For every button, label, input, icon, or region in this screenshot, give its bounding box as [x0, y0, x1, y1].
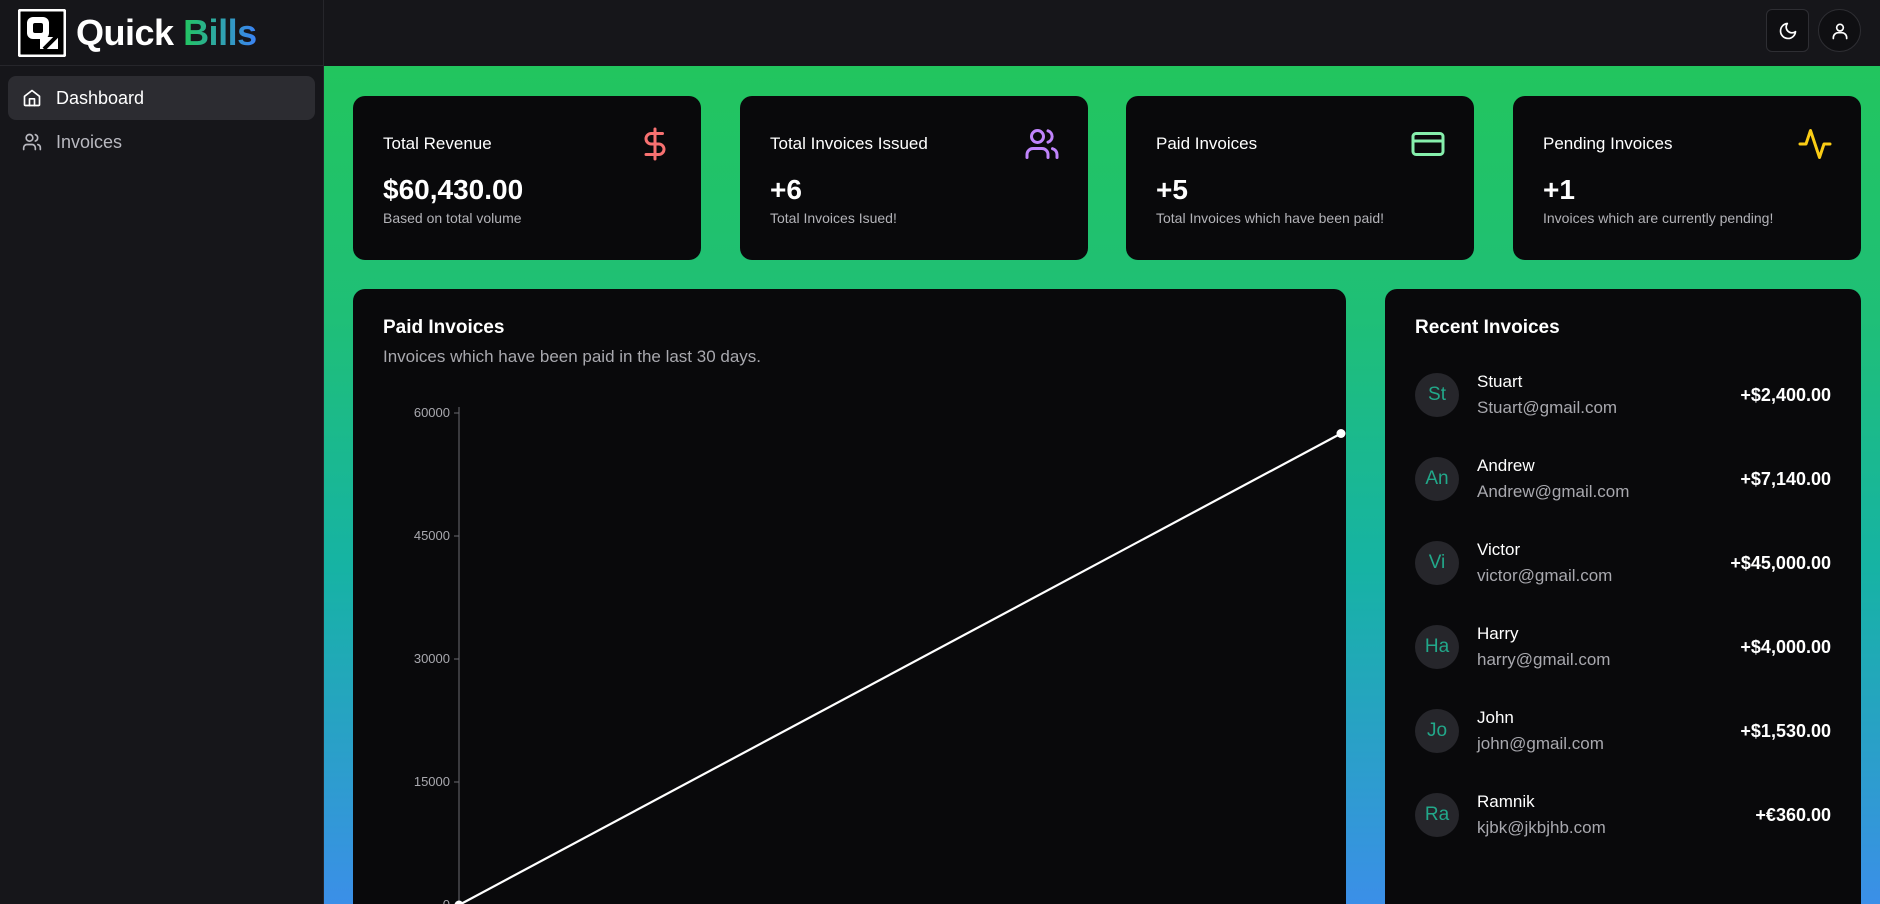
- person-email: victor@gmail.com: [1477, 566, 1613, 585]
- avatar: St: [1415, 373, 1459, 417]
- credit-card-icon: [1411, 132, 1445, 156]
- person-email: kjbk@jkbjhb.com: [1477, 818, 1606, 837]
- dollar-icon: [644, 127, 666, 161]
- person-email: harry@gmail.com: [1477, 650, 1611, 669]
- theme-toggle-button[interactable]: [1766, 9, 1809, 52]
- stat-value: +6: [770, 174, 802, 205]
- person-email: Stuart@gmail.com: [1477, 398, 1618, 417]
- person-info: John john@gmail.com: [1477, 708, 1604, 754]
- list-item: An Andrew Andrew@gmail.com +$7,140.00: [1415, 437, 1831, 521]
- stat-subtitle: Total Invoices which have been paid!: [1156, 210, 1385, 226]
- sidebar-nav: Dashboard Invoices: [0, 66, 323, 174]
- sidebar-item-label: Invoices: [56, 131, 123, 152]
- stat-value: +5: [1156, 174, 1188, 205]
- activity-icon: [1798, 129, 1832, 159]
- quickbills-logo-icon: [18, 8, 66, 57]
- person-name: Andrew: [1477, 456, 1535, 475]
- avatar: Vi: [1415, 541, 1459, 585]
- person-info: Victor victor@gmail.com: [1477, 540, 1612, 586]
- moon-icon: [1779, 22, 1796, 39]
- person-name: Stuart: [1477, 372, 1523, 391]
- person-name: Ramnik: [1477, 792, 1535, 811]
- avatar: Ra: [1415, 793, 1459, 837]
- stat-card-paid-invoices: Paid Invoices +5 Total Invoices which ha…: [1126, 96, 1474, 260]
- invoice-amount: +$1,530.00: [1740, 721, 1831, 741]
- stat-value: $60,430.00: [383, 174, 524, 205]
- stat-subtitle: Invoices which are currently pending!: [1543, 210, 1774, 226]
- brand-name: Quick Bills: [76, 12, 257, 54]
- paid-invoices-line-chart: 015000300004500060000Dec 7Dec 14: [414, 405, 1346, 904]
- avatar: Ha: [1415, 625, 1459, 669]
- brand[interactable]: Quick Bills: [0, 0, 323, 66]
- y-tick-label: 0: [443, 897, 450, 904]
- user-menu-button[interactable]: [1818, 9, 1861, 52]
- sidebar-item-invoices[interactable]: Invoices: [8, 120, 315, 164]
- stat-value: +1: [1543, 174, 1575, 205]
- avatar: An: [1415, 457, 1459, 501]
- brand-bills: Bills: [183, 11, 257, 53]
- sidebar-item-label: Dashboard: [56, 87, 145, 108]
- person-info: Ramnik kjbk@jkbjhb.com: [1477, 792, 1606, 838]
- list-item: Ha Harry harry@gmail.com +$4,000.00: [1415, 605, 1831, 689]
- invoice-amount: +€360.00: [1755, 805, 1831, 825]
- person-name: Harry: [1477, 624, 1519, 643]
- recent-invoices-list: St Stuart Stuart@gmail.com +$2,400.00 An…: [1415, 353, 1831, 857]
- stat-card-total-revenue: Total Revenue $60,430.00 Based on total …: [353, 96, 701, 260]
- stat-subtitle: Total Invoices Isued!: [770, 210, 897, 226]
- person-email: Andrew@gmail.com: [1477, 482, 1630, 501]
- brand-quick: Quick: [76, 11, 174, 53]
- invoice-amount: +$7,140.00: [1740, 469, 1831, 489]
- stat-title: Paid Invoices: [1156, 134, 1258, 153]
- stat-title: Total Invoices Issued: [770, 134, 928, 153]
- invoice-amount: +$45,000.00: [1730, 553, 1831, 573]
- home-icon: [23, 89, 41, 107]
- data-point: [454, 900, 464, 904]
- person-info: Andrew Andrew@gmail.com: [1477, 456, 1629, 502]
- y-tick-label: 15000: [414, 774, 450, 789]
- recent-invoices-card: Recent Invoices St Stuart Stuart@gmail.c…: [1385, 289, 1861, 904]
- topbar: [324, 0, 1880, 66]
- users-icon: [22, 133, 42, 151]
- stat-card-pending-invoices: Pending Invoices +1 Invoices which are c…: [1513, 96, 1861, 260]
- data-point: [1336, 429, 1346, 438]
- stat-title: Pending Invoices: [1543, 134, 1673, 153]
- person-email: john@gmail.com: [1477, 734, 1604, 753]
- invoice-amount: +$2,400.00: [1740, 385, 1831, 405]
- user-icon: [1832, 23, 1847, 39]
- sidebar: Quick Bills Dashboard Invoices: [0, 0, 324, 904]
- series-line: [458, 432, 1342, 904]
- avatar: Jo: [1415, 709, 1459, 753]
- y-tick-label: 30000: [414, 651, 450, 666]
- invoice-amount: +$4,000.00: [1740, 637, 1831, 657]
- stat-subtitle: Based on total volume: [383, 210, 522, 226]
- recent-invoices-title: Recent Invoices: [1415, 317, 1560, 338]
- list-item: Ra Ramnik kjbk@jkbjhb.com +€360.00: [1415, 773, 1831, 857]
- dashboard-main: Total Revenue $60,430.00 Based on total …: [324, 66, 1880, 904]
- list-item: Jo John john@gmail.com +$1,530.00: [1415, 689, 1831, 773]
- y-tick-label: 60000: [414, 405, 450, 420]
- person-info: Stuart Stuart@gmail.com: [1477, 372, 1617, 418]
- person-name: John: [1477, 708, 1514, 727]
- users-icon: [1025, 129, 1059, 159]
- stat-card-total-invoices: Total Invoices Issued +6 Total Invoices …: [740, 96, 1088, 260]
- list-item: Vi Victor victor@gmail.com +$45,000.00: [1415, 521, 1831, 605]
- sidebar-item-dashboard[interactable]: Dashboard: [8, 76, 315, 120]
- paid-invoices-chart-card: Paid Invoices Invoices which have been p…: [353, 289, 1346, 904]
- stat-title: Total Revenue: [383, 134, 492, 153]
- y-tick-label: 45000: [414, 528, 450, 543]
- person-name: Victor: [1477, 540, 1521, 559]
- person-info: Harry harry@gmail.com: [1477, 624, 1610, 670]
- list-item: St Stuart Stuart@gmail.com +$2,400.00: [1415, 353, 1831, 437]
